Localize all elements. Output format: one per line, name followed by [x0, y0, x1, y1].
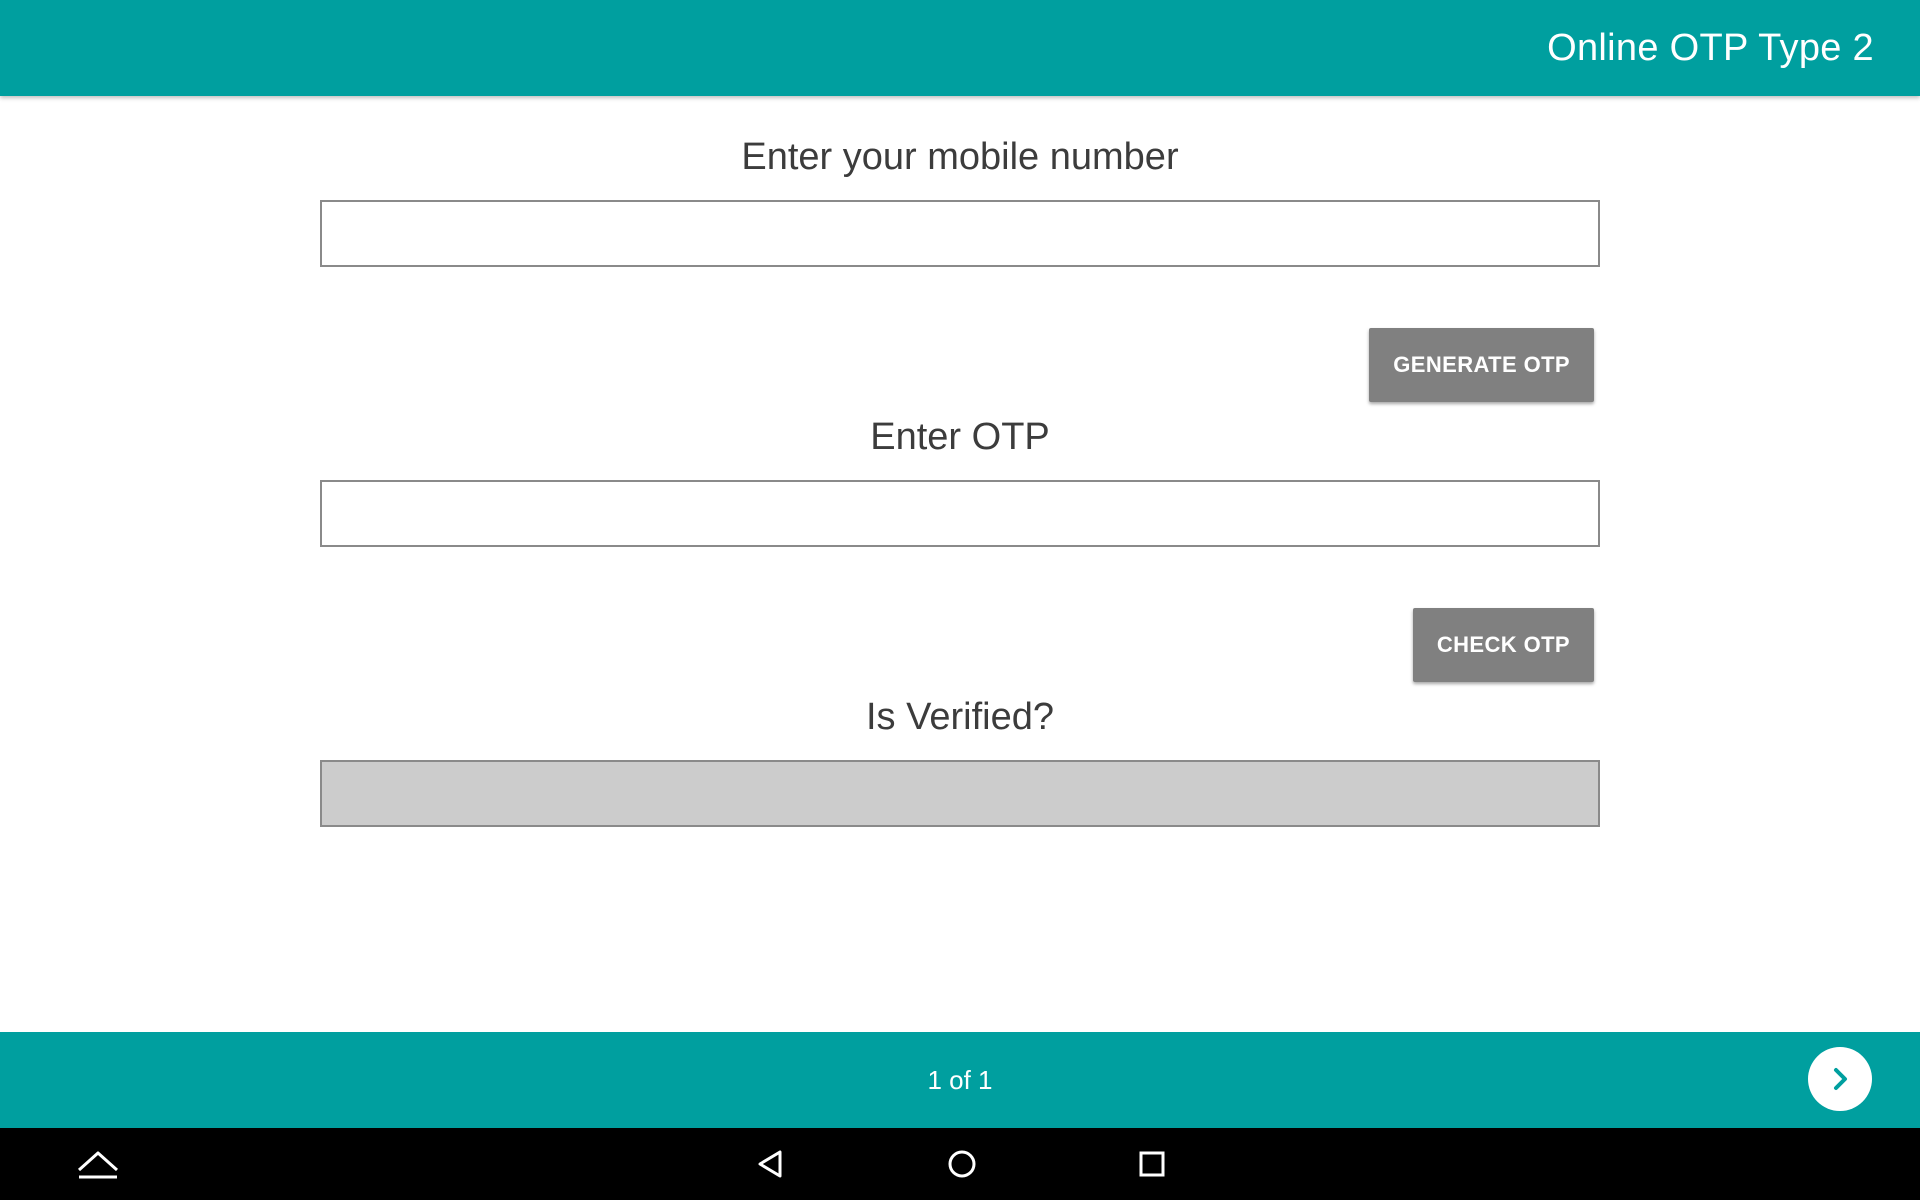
page-indicator: 1 of 1 [927, 1065, 993, 1095]
chevron-up-icon [77, 1151, 119, 1179]
expand-button[interactable] [72, 1128, 124, 1200]
recents-square-icon [1139, 1151, 1165, 1177]
is-verified-field [320, 760, 1600, 827]
generate-otp-row: GENERATE OTP [320, 328, 1600, 404]
mobile-number-label: Enter your mobile number [741, 136, 1179, 178]
back-triangle-icon [758, 1150, 782, 1178]
otp-input[interactable] [320, 480, 1600, 547]
otp-label: Enter OTP [870, 416, 1050, 458]
is-verified-label: Is Verified? [866, 696, 1054, 738]
home-nav-button[interactable] [940, 1128, 984, 1200]
page-title: Online OTP Type 2 [1547, 27, 1874, 69]
mobile-number-input[interactable] [320, 200, 1600, 267]
pager-bar: 1 of 1 [0, 1032, 1920, 1128]
home-circle-icon [948, 1150, 976, 1178]
check-otp-button[interactable]: CHECK OTP [1412, 608, 1594, 682]
generate-otp-button[interactable]: GENERATE OTP [1369, 328, 1594, 402]
top-app-bar: Online OTP Type 2 [0, 0, 1920, 96]
next-page-button[interactable] [1808, 1047, 1872, 1111]
app-screen: Online OTP Type 2 Enter your mobile numb… [0, 0, 1920, 1200]
recents-nav-button[interactable] [1130, 1128, 1174, 1200]
chevron-right-icon [1834, 1068, 1847, 1090]
system-navigation-bar [0, 1128, 1920, 1200]
back-nav-button[interactable] [748, 1128, 792, 1200]
otp-form: Enter your mobile number GENERATE OTP En… [320, 96, 1600, 827]
check-otp-row: CHECK OTP [320, 608, 1600, 684]
